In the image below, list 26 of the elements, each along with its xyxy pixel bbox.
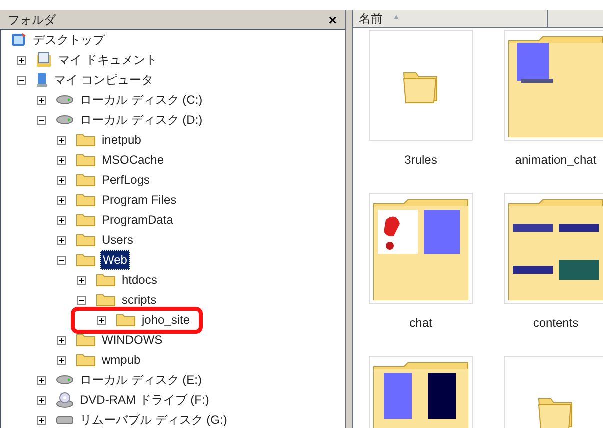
tree-item[interactable]: inetpub — [100, 131, 144, 149]
tree-item[interactable]: MSOCache — [100, 151, 166, 169]
tree-item[interactable]: ローカル ディスク (E:) — [78, 371, 204, 389]
tree-item[interactable]: マイ ドキュメント — [56, 51, 160, 69]
tree-item[interactable]: ProgramData — [100, 211, 176, 229]
tree-item[interactable]: htdocs — [120, 271, 160, 289]
tree-item[interactable]: デスクトップ — [31, 31, 107, 49]
file-name: chat — [410, 315, 432, 332]
file-name: animation_chat — [515, 152, 597, 169]
tree-item[interactable]: scripts — [120, 291, 159, 309]
tree-item[interactable]: Program Files — [100, 191, 179, 209]
file-name: 3rules — [404, 152, 438, 169]
pane-title: フォルダ — [8, 12, 56, 28]
tree-item[interactable]: WINDOWS — [100, 331, 165, 349]
file-name: contents — [533, 315, 579, 332]
tree-item[interactable]: ローカル ディスク (C:) — [78, 91, 205, 109]
tree-item[interactable]: DVD-RAM ドライブ (F:) — [78, 391, 212, 409]
tree-item[interactable]: ローカル ディスク (D:) — [78, 111, 205, 129]
tree-item[interactable]: PerfLogs — [100, 171, 152, 189]
tree-item[interactable]: joho_site — [140, 311, 192, 329]
close-button[interactable]: × — [328, 12, 337, 26]
tree-item[interactable]: リムーバブル ディスク (G:) — [78, 411, 230, 428]
tree-item[interactable]: マイ コンピュータ — [52, 71, 156, 89]
tree-item[interactable]: Web — [100, 250, 130, 270]
tree-item[interactable]: wmpub — [100, 351, 143, 369]
tree-item[interactable]: Users — [100, 231, 136, 249]
